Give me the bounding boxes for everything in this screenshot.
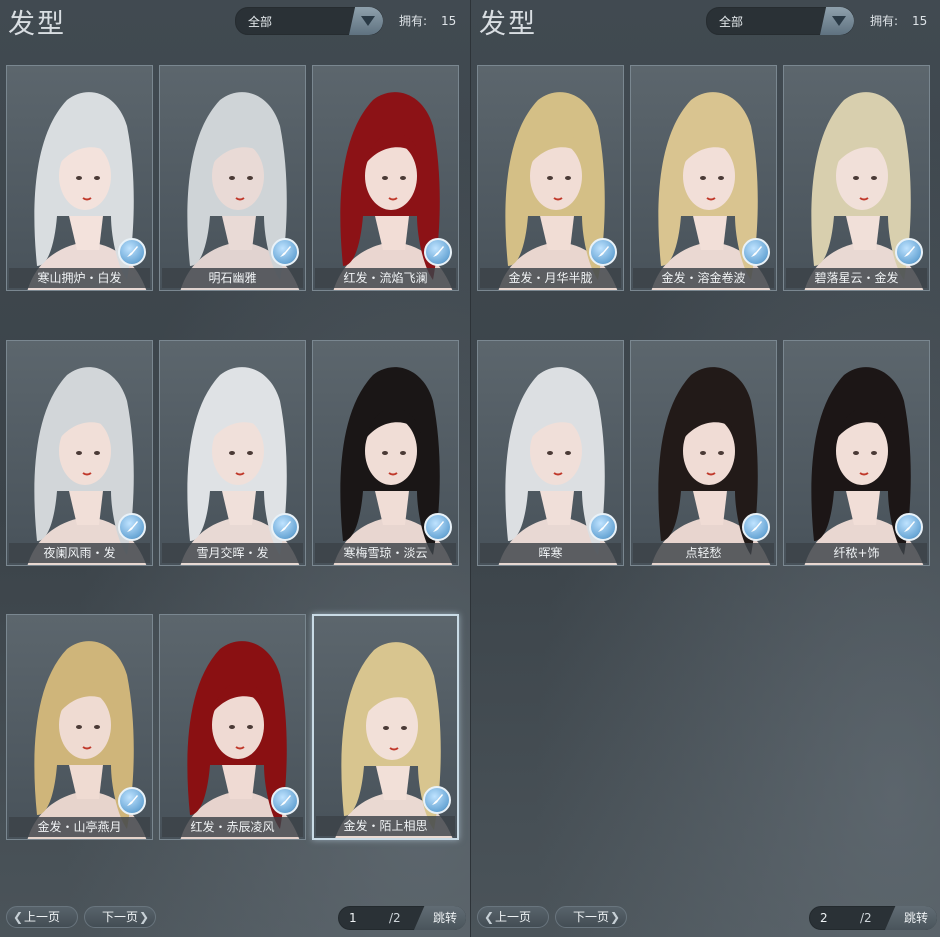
- owned-count: 拥有: 15: [870, 12, 927, 29]
- owned-count: 拥有: 15: [399, 12, 456, 29]
- hairstyle-name: 金发・陌上相思: [316, 816, 455, 836]
- hairstyle-card[interactable]: 金发・溶金卷波: [630, 65, 777, 291]
- prev-page-label: 上一页: [494, 910, 531, 924]
- hairstyle-name: 晖寒: [480, 543, 621, 563]
- hairstyle-card[interactable]: 寒梅雪琼・淡云: [312, 340, 459, 566]
- prev-page-label: 上一页: [23, 910, 60, 924]
- hairstyle-panel-page-1: 发型 全部 拥有: 15 寒山拥炉・白发 明石幽雅 红发・流焰飞澜 夜阑风雨・发…: [0, 0, 470, 937]
- chevron-right-icon: ❯: [138, 910, 149, 924]
- category-filter-dropdown[interactable]: 全部: [706, 7, 854, 35]
- dye-brush-icon[interactable]: [271, 238, 299, 266]
- hairstyle-card[interactable]: 红发・流焰飞澜: [312, 65, 459, 291]
- hairstyle-card[interactable]: 明石幽雅: [159, 65, 306, 291]
- hairstyle-name: 雪月交晖・发: [162, 543, 303, 563]
- hairstyle-name: 金发・山亭燕月: [9, 817, 150, 837]
- next-page-button[interactable]: 下一页 ❯: [84, 906, 156, 928]
- hairstyle-name: 碧落星云・金发: [786, 268, 927, 288]
- dye-brush-icon[interactable]: [424, 513, 452, 541]
- chevron-down-icon[interactable]: [349, 7, 383, 35]
- dye-brush-icon[interactable]: [118, 513, 146, 541]
- chevron-left-icon: ❮: [484, 910, 495, 924]
- owned-label: 拥有:: [870, 14, 899, 28]
- filter-selected-label: 全部: [719, 15, 744, 29]
- hairstyle-name: 寒山拥炉・白发: [9, 268, 150, 288]
- owned-value: 15: [912, 14, 928, 28]
- dye-brush-icon[interactable]: [423, 786, 451, 814]
- hairstyle-card[interactable]: 金发・山亭燕月: [6, 614, 153, 840]
- page-total: /2: [389, 911, 401, 925]
- next-page-button[interactable]: 下一页 ❯: [555, 906, 627, 928]
- hairstyle-name: 明石幽雅: [162, 268, 303, 288]
- page-total: /2: [860, 911, 872, 925]
- page-title: 发型: [8, 9, 66, 40]
- hairstyle-name: 夜阑风雨・发: [9, 543, 150, 563]
- hairstyle-card[interactable]: 点轻愁: [630, 340, 777, 566]
- dye-brush-icon[interactable]: [895, 238, 923, 266]
- dye-brush-icon[interactable]: [118, 238, 146, 266]
- hairstyle-name: 红发・赤辰凌风: [162, 817, 303, 837]
- hairstyle-name: 金发・溶金卷波: [633, 268, 774, 288]
- hairstyle-name: 纤秾+饰: [786, 543, 927, 563]
- hairstyle-card[interactable]: 碧落星云・金发: [783, 65, 930, 291]
- hairstyle-card[interactable]: 纤秾+饰: [783, 340, 930, 566]
- hairstyle-card[interactable]: 金发・月华半胧: [477, 65, 624, 291]
- hairstyle-name: 寒梅雪琼・淡云: [315, 543, 456, 563]
- dye-brush-icon[interactable]: [742, 238, 770, 266]
- next-page-label: 下一页: [101, 910, 138, 924]
- hairstyle-card[interactable]: 寒山拥炉・白发: [6, 65, 153, 291]
- hairstyle-panel-page-2: 发型 全部 拥有: 15 金发・月华半胧 金发・溶金卷波 碧落星云・金发 晖寒 …: [470, 0, 940, 937]
- dye-brush-icon[interactable]: [589, 513, 617, 541]
- hairstyle-name: 点轻愁: [633, 543, 774, 563]
- page-jump-control: 2 /2 跳转: [809, 906, 937, 930]
- chevron-left-icon: ❮: [13, 910, 24, 924]
- dye-brush-icon[interactable]: [118, 787, 146, 815]
- owned-value: 15: [441, 14, 457, 28]
- page-number-input[interactable]: 1: [349, 911, 357, 925]
- hairstyle-card[interactable]: 雪月交晖・发: [159, 340, 306, 566]
- hairstyle-card[interactable]: 金发・陌上相思: [312, 614, 459, 840]
- hairstyle-card[interactable]: 红发・赤辰凌风: [159, 614, 306, 840]
- page-title: 发型: [479, 9, 537, 40]
- jump-button[interactable]: 跳转: [885, 906, 937, 930]
- dye-brush-icon[interactable]: [742, 513, 770, 541]
- chevron-down-icon[interactable]: [820, 7, 854, 35]
- prev-page-button[interactable]: ❮ 上一页: [477, 906, 549, 928]
- chevron-right-icon: ❯: [609, 910, 620, 924]
- category-filter-dropdown[interactable]: 全部: [235, 7, 383, 35]
- dye-brush-icon[interactable]: [424, 238, 452, 266]
- dye-brush-icon[interactable]: [589, 238, 617, 266]
- prev-page-button[interactable]: ❮ 上一页: [6, 906, 78, 928]
- hairstyle-card[interactable]: 夜阑风雨・发: [6, 340, 153, 566]
- jump-button[interactable]: 跳转: [414, 906, 466, 930]
- filter-selected-label: 全部: [248, 15, 273, 29]
- hairstyle-name: 金发・月华半胧: [480, 268, 621, 288]
- owned-label: 拥有:: [399, 14, 428, 28]
- dye-brush-icon[interactable]: [895, 513, 923, 541]
- next-page-label: 下一页: [572, 910, 609, 924]
- dye-brush-icon[interactable]: [271, 787, 299, 815]
- page-jump-control: 1 /2 跳转: [338, 906, 466, 930]
- dye-brush-icon[interactable]: [271, 513, 299, 541]
- page-number-input[interactable]: 2: [820, 911, 828, 925]
- hairstyle-name: 红发・流焰飞澜: [315, 268, 456, 288]
- hairstyle-card[interactable]: 晖寒: [477, 340, 624, 566]
